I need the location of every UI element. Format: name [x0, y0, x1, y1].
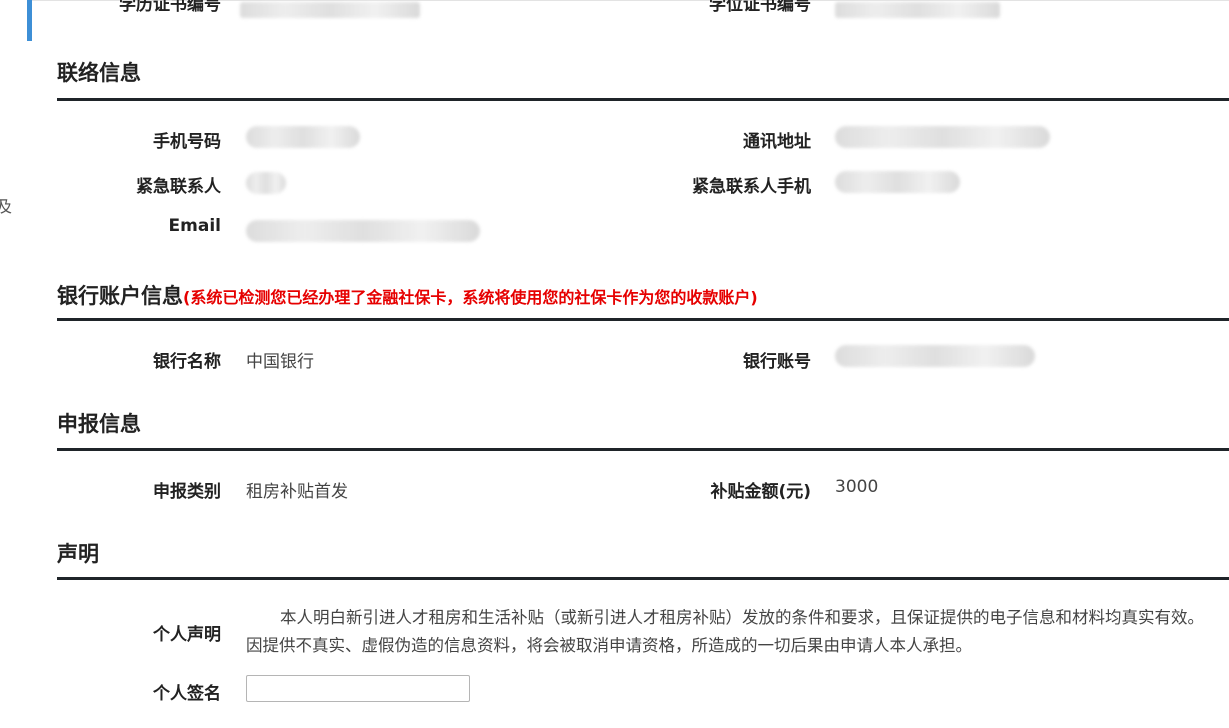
declaration-section-rule [57, 577, 1229, 580]
bank-section-title-text: 银行账户信息 [57, 284, 183, 308]
declaration-section-title: 声明 [57, 542, 99, 566]
signature-input[interactable] [246, 675, 470, 702]
address-value-redacted [835, 126, 1050, 148]
application-section-title: 申报信息 [57, 412, 141, 436]
email-label: Email [168, 216, 221, 236]
degree-cert-value-redacted [835, 2, 1000, 18]
statement-text: 本人明白新引进人才租房和生活补贴（或新引进人才租房补贴）发放的条件和要求，且保证… [246, 608, 1204, 655]
signature-label: 个人签名 [153, 684, 221, 704]
bank-name-value: 中国银行 [246, 352, 314, 372]
application-type-value: 租房补贴首发 [246, 482, 348, 502]
emergency-contact-label: 紧急联系人 [136, 177, 221, 197]
bank-name-label: 银行名称 [153, 352, 221, 372]
bank-section-rule [57, 318, 1229, 321]
statement-label: 个人声明 [153, 625, 221, 645]
email-value-redacted [246, 220, 480, 242]
application-section-rule [57, 448, 1229, 451]
left-accent-bar [27, 0, 32, 41]
side-edge-glyph: 及 [0, 197, 13, 216]
bank-account-value-redacted [835, 345, 1035, 367]
education-cert-label: 学历证书编号 [119, 0, 221, 15]
subsidy-amount-label: 补贴金额(元) [710, 482, 811, 502]
subsidy-amount-value: 3000 [835, 477, 879, 497]
education-cert-value-redacted [240, 2, 420, 18]
bank-section-title: 银行账户信息(系统已检测您已经办理了金融社保卡，系统将使用您的社保卡作为您的收款… [57, 280, 758, 310]
emergency-phone-label: 紧急联系人手机 [692, 177, 811, 197]
phone-label: 手机号码 [153, 132, 221, 152]
contact-section-title: 联络信息 [57, 61, 141, 85]
bank-account-label: 银行账号 [743, 352, 811, 372]
degree-cert-label: 学位证书编号 [709, 0, 811, 15]
bank-section-note: (系统已检测您已经办理了金融社保卡，系统将使用您的社保卡作为您的收款账户) [183, 288, 758, 307]
emergency-contact-value-redacted [246, 172, 286, 194]
application-type-label: 申报类别 [153, 482, 221, 502]
contact-section-rule [57, 98, 1229, 101]
address-label: 通讯地址 [743, 132, 811, 152]
emergency-phone-value-redacted [835, 171, 960, 193]
phone-value-redacted [246, 126, 360, 148]
